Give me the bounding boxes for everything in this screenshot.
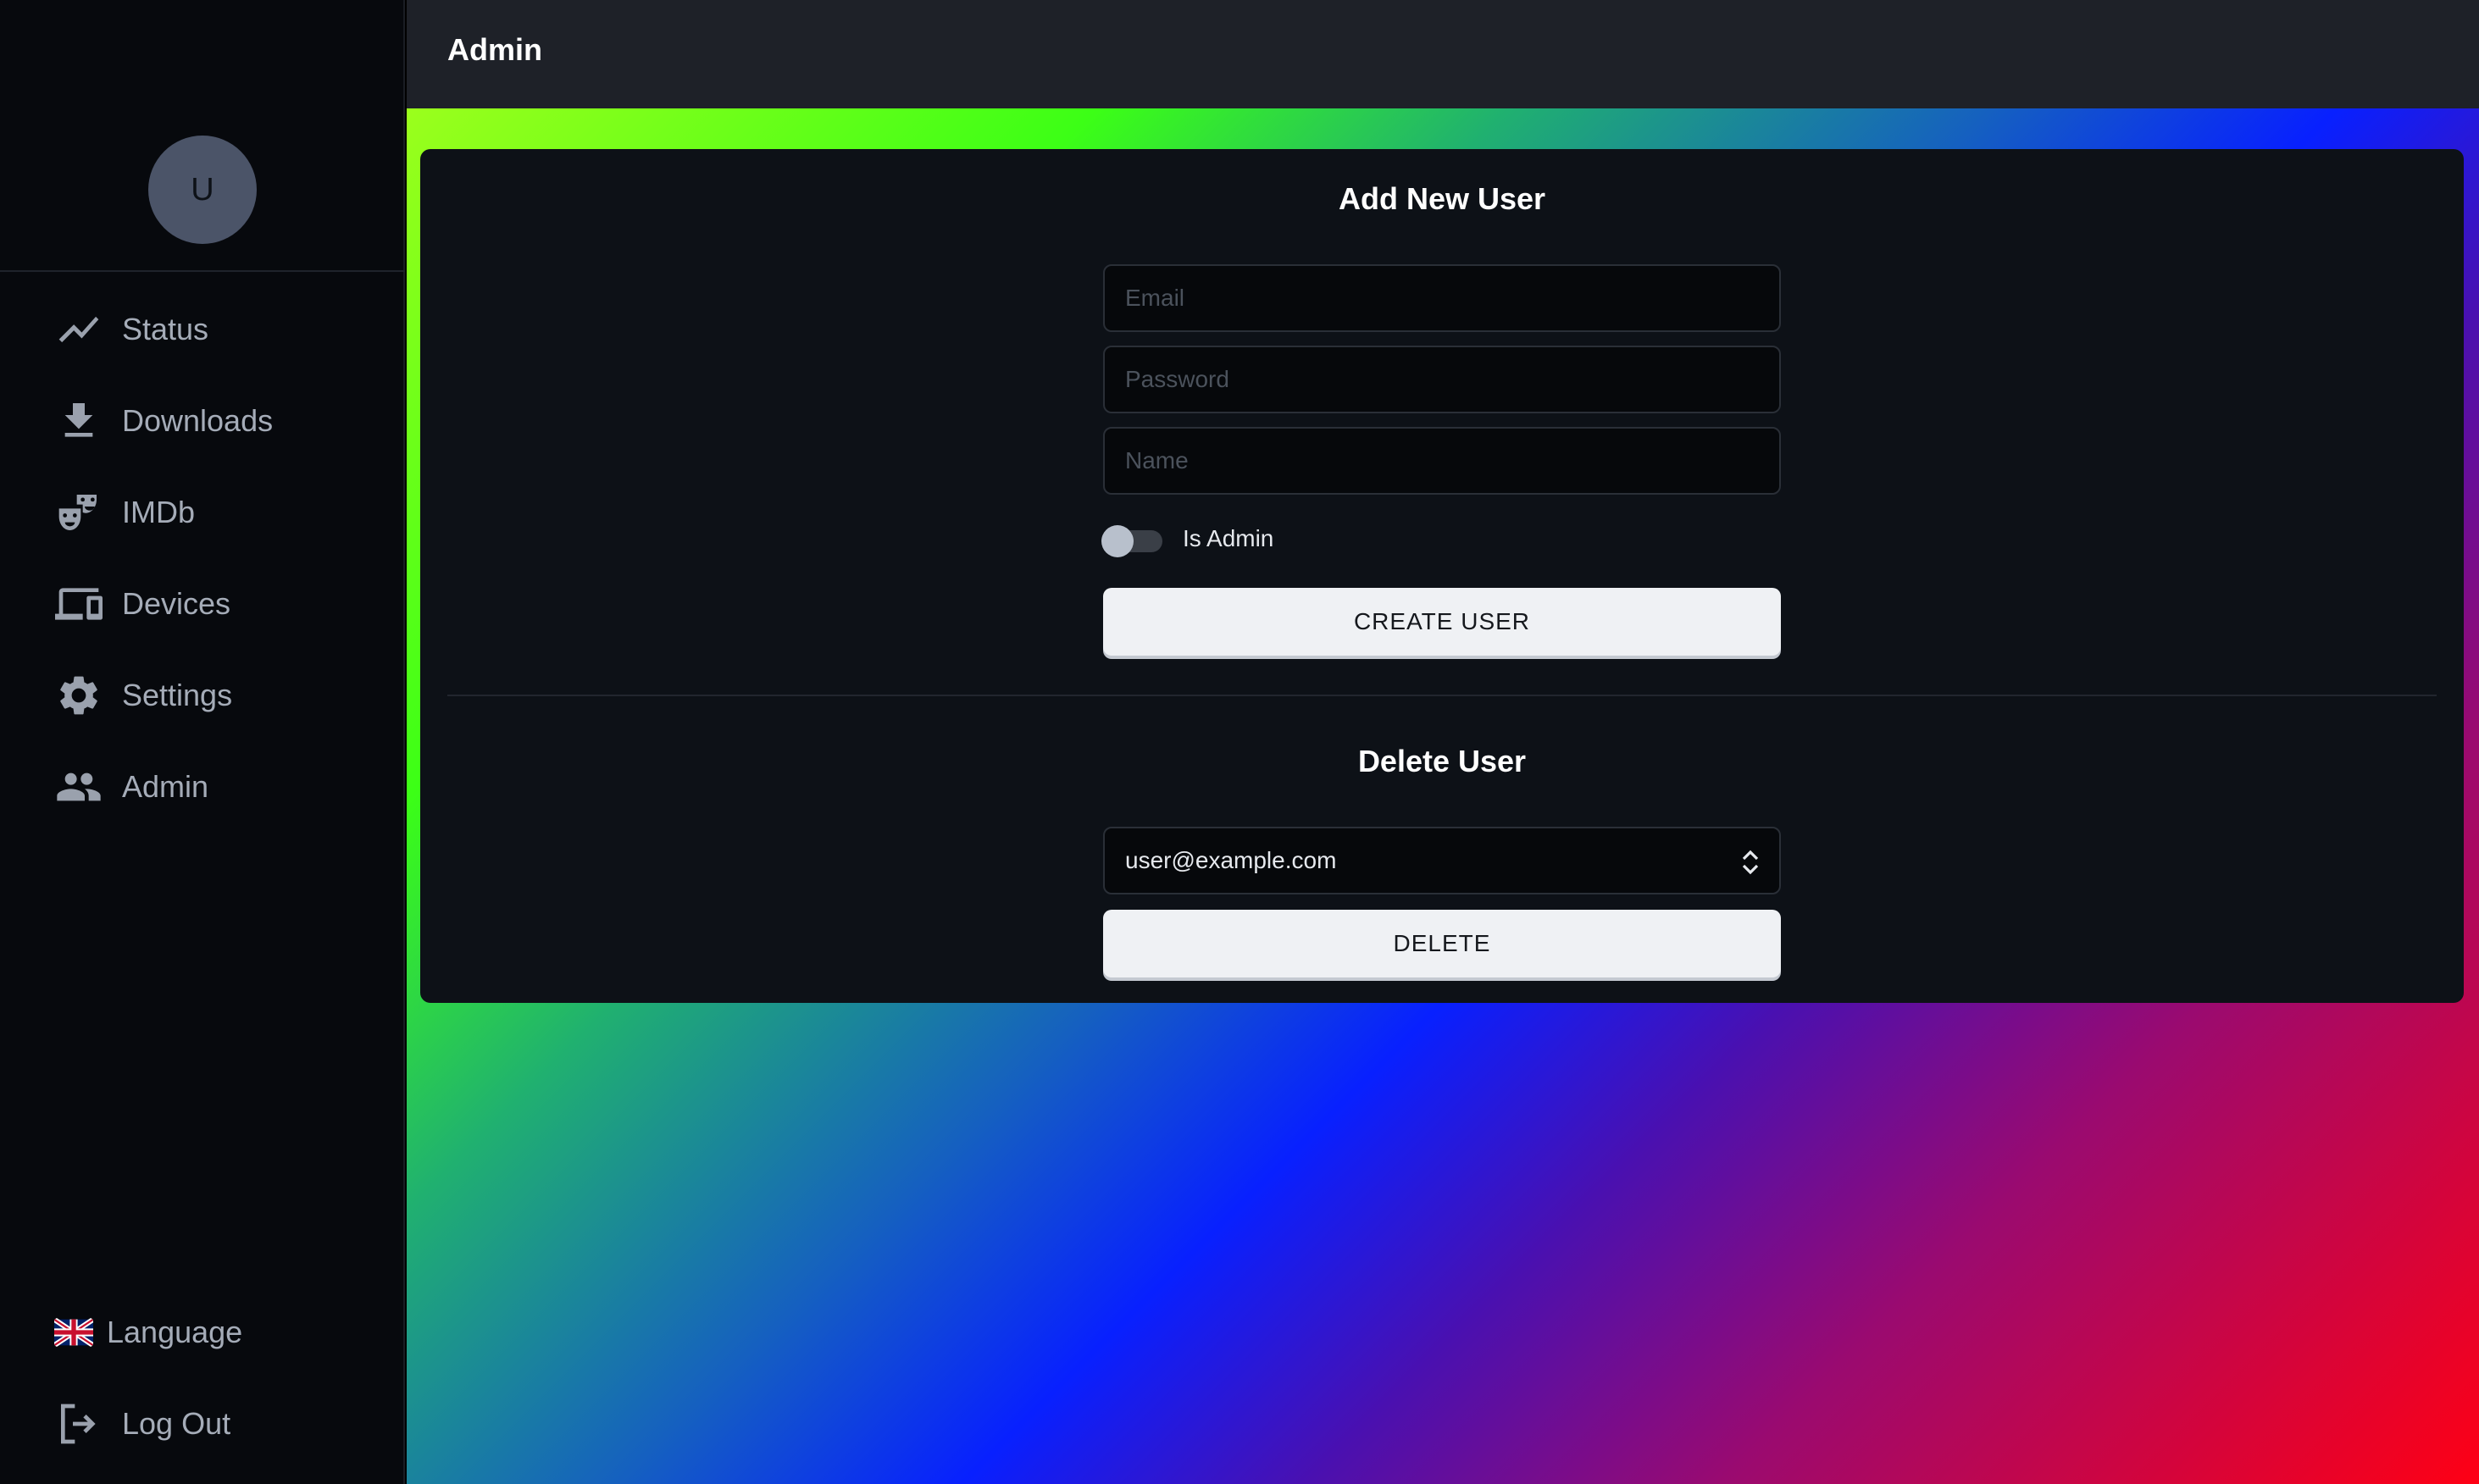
- logout-icon: [54, 1400, 108, 1448]
- logout-label: Log Out: [122, 1406, 231, 1441]
- delete-user-title: Delete User: [1357, 744, 1527, 778]
- sidebar-item-downloads[interactable]: Downloads: [54, 391, 273, 451]
- sidebar-item-label: IMDb: [122, 495, 196, 529]
- download-icon: [54, 397, 108, 445]
- avatar[interactable]: U: [148, 136, 257, 244]
- sidebar-item-label: Downloads: [122, 403, 274, 438]
- sidebar-item-devices[interactable]: Devices: [54, 574, 230, 634]
- password-field[interactable]: [1103, 346, 1781, 413]
- sidebar-item-label: Settings: [122, 678, 233, 712]
- sidebar-divider: [0, 270, 405, 272]
- email-field[interactable]: [1103, 264, 1781, 332]
- theater-masks-icon: [54, 489, 108, 536]
- chevron-up-down-icon: [1742, 850, 1759, 875]
- admin-card: Add New User Is Admin CREATE USER Delete…: [420, 149, 2464, 1003]
- toggle-knob: [1101, 525, 1134, 557]
- sidebar: U Status Downloads IMDb Devices Settings: [0, 0, 405, 1484]
- sidebar-item-admin[interactable]: Admin: [54, 757, 208, 817]
- top-bar: Admin: [407, 0, 2479, 108]
- sidebar-item-label: Devices: [122, 586, 231, 621]
- sidebar-item-label: Admin: [122, 769, 209, 804]
- name-field[interactable]: [1103, 427, 1781, 495]
- is-admin-toggle[interactable]: [1101, 525, 1162, 557]
- users-icon: [54, 763, 108, 811]
- gear-icon: [54, 672, 108, 719]
- sidebar-item-label: Status: [122, 312, 209, 346]
- uk-flag-icon: [54, 1309, 95, 1356]
- sidebar-item-imdb[interactable]: IMDb: [54, 483, 195, 542]
- devices-icon: [54, 580, 108, 628]
- delete-button[interactable]: DELETE: [1103, 910, 1781, 977]
- language-selector[interactable]: Language: [54, 1303, 242, 1362]
- is-admin-label: Is Admin: [1183, 525, 1274, 551]
- add-user-title: Add New User: [1338, 181, 1546, 216]
- user-select[interactable]: user@example.com: [1103, 827, 1781, 894]
- language-label: Language: [107, 1315, 243, 1349]
- user-select-value: user@example.com: [1125, 847, 1337, 873]
- sidebar-item-status[interactable]: Status: [54, 300, 208, 359]
- create-user-button[interactable]: CREATE USER: [1103, 588, 1781, 656]
- sidebar-item-settings[interactable]: Settings: [54, 666, 232, 725]
- logout-button[interactable]: Log Out: [54, 1394, 230, 1454]
- page-title: Admin: [447, 32, 542, 67]
- section-divider: [447, 695, 2437, 696]
- trend-line-icon: [54, 306, 108, 353]
